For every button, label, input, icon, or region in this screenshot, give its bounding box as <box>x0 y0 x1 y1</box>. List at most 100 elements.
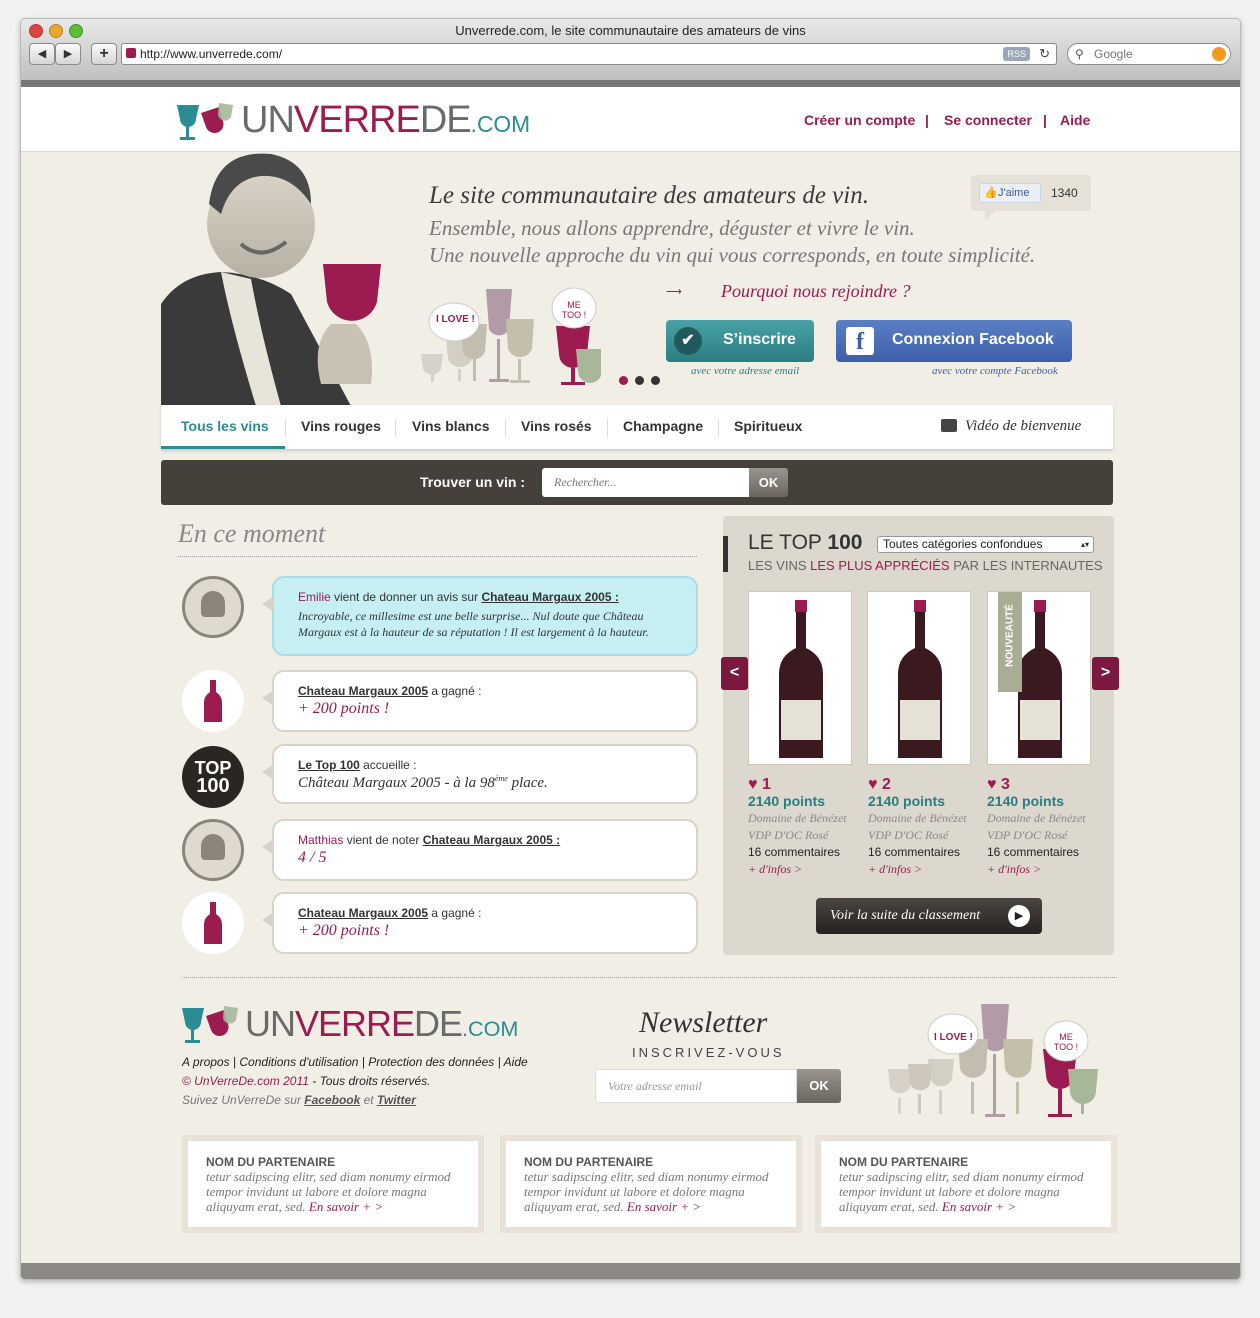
wine-points: 2140 points <box>987 793 1065 809</box>
forward-button[interactable]: ▶ <box>55 43 81 65</box>
footer-follow: Suivez UnVerreDe sur Facebook et Twitter <box>182 1093 416 1107</box>
partner-card-1[interactable]: NOM DU PARTENAIRE tetur sadipscing elitr,… <box>182 1135 484 1233</box>
partner-more-link[interactable]: En savoir + > <box>309 1199 383 1214</box>
footer-twitter-link[interactable]: Twitter <box>377 1093 416 1107</box>
partner-card-3[interactable]: NOM DU PARTENAIRE tetur sadipscing elitr,… <box>815 1135 1117 1233</box>
reload-icon[interactable]: ↻ <box>1039 44 1050 64</box>
footer-privacy-link[interactable]: Protection des données <box>368 1055 494 1069</box>
feed-wine-link[interactable]: Chateau Margaux 2005 <box>298 906 428 920</box>
signup-button[interactable]: ✔ S’inscrire <box>666 320 814 362</box>
slide-dot-1[interactable] <box>619 376 628 385</box>
facebook-subtext: avec votre compte Facebook <box>932 365 1058 377</box>
welcome-video-link[interactable]: Vidéo de bienvenue <box>965 418 1081 435</box>
user-silhouette-icon <box>201 591 225 617</box>
tab-champagne[interactable]: Champagne <box>623 418 703 434</box>
feed-wine-link[interactable]: Chateau Margaux 2005 : <box>423 833 560 847</box>
feed-top100-link[interactable]: Le Top 100 <box>298 758 360 772</box>
wine-points: 2140 points <box>748 793 826 809</box>
wine-search-ok-button[interactable]: OK <box>749 468 788 497</box>
partner-card-2[interactable]: NOM DU PARTENAIRE tetur sadipscing elitr,… <box>500 1135 802 1233</box>
logo-part-un: UN <box>241 99 295 141</box>
address-bar[interactable]: http://www.unverrede.com/ RSS ↻ <box>121 43 1057 65</box>
tab-vins-roses[interactable]: Vins rosés <box>521 418 592 434</box>
feed-wine-link[interactable]: Chateau Margaux 2005 : <box>481 590 618 604</box>
new-tab-button[interactable]: + <box>91 43 117 65</box>
feed-text: vient de noter <box>343 833 423 847</box>
footer-help-link[interactable]: Aide <box>504 1055 528 1069</box>
newsletter-ok-button[interactable]: OK <box>797 1069 841 1103</box>
find-wine-label: Trouver un vin : <box>420 474 526 490</box>
wine-comments[interactable]: 16 commentaires <box>748 844 847 861</box>
snapback-icon[interactable] <box>1212 47 1226 61</box>
partner-more-link[interactable]: En savoir + > <box>627 1199 701 1214</box>
feed-item-top100: Le Top 100 accueille : Château Margaux 2… <box>262 744 698 804</box>
wine-search-input[interactable]: Rechercher... <box>542 468 749 497</box>
wine-more-link[interactable]: + d'infos > <box>868 861 967 878</box>
see-full-ranking-button[interactable]: Voir la suite du classement ▶ <box>816 898 1042 934</box>
feed-user[interactable]: Matthias <box>298 833 343 847</box>
top100-badge[interactable]: TOP 100 <box>182 746 244 808</box>
wine-more-link[interactable]: + d'infos > <box>987 861 1086 878</box>
rss-badge[interactable]: RSS <box>1003 47 1030 61</box>
feed-wine-link[interactable]: Chateau Margaux 2005 <box>298 684 428 698</box>
slide-dot-3[interactable] <box>651 376 660 385</box>
facebook-like-box: 👍 J'aime 1340 <box>971 175 1091 221</box>
facebook-connect-button[interactable]: f Connexion Facebook <box>836 320 1072 362</box>
footer-logo-glasses-icon[interactable] <box>180 1002 242 1046</box>
tab-vins-blancs[interactable]: Vins blancs <box>412 418 490 434</box>
logo-part-com: .COM <box>470 111 531 137</box>
partner-more-link[interactable]: En savoir + > <box>942 1199 1016 1214</box>
avatar[interactable] <box>182 576 244 638</box>
footer-facebook-link[interactable]: Facebook <box>304 1093 360 1107</box>
wine-comments[interactable]: 16 commentaires <box>868 844 967 861</box>
back-button[interactable]: ◀ <box>29 43 55 65</box>
facebook-icon: f <box>846 327 874 355</box>
menu-divider <box>505 419 506 437</box>
see-full-ranking-label: Voir la suite du classement <box>830 908 981 923</box>
logo-glasses-icon[interactable] <box>175 99 237 143</box>
wine-card-1[interactable] <box>748 591 852 765</box>
url-text: http://www.unverrede.com/ <box>140 47 283 61</box>
create-account-link[interactable]: Créer un compte <box>804 112 915 128</box>
tab-vins-rouges[interactable]: Vins rouges <box>301 418 381 434</box>
carousel-prev-button[interactable]: < <box>721 657 748 690</box>
slide-dot-2[interactable] <box>635 376 644 385</box>
arrow-right-icon: ▶ <box>63 48 73 60</box>
newsletter-email-input[interactable]: Votre adresse email <box>595 1069 797 1103</box>
me-too-bubble: ME TOO ! <box>561 300 587 320</box>
why-join-arrow-icon: ⟶ <box>666 286 682 298</box>
top100-title-b: 100 <box>827 531 863 554</box>
wine-card-3[interactable]: NOUVEAUTÉ <box>987 591 1091 765</box>
wine-bottle-image <box>779 600 823 758</box>
browser-search-input[interactable]: ⚲ Google <box>1067 43 1231 65</box>
like-button[interactable]: 👍 J'aime <box>979 183 1041 203</box>
wine-rank-number: 1 <box>761 776 771 793</box>
footer-logo[interactable]: UNVERREDE.COM <box>245 1003 518 1045</box>
play-arrow-icon: ▶ <box>1008 905 1030 927</box>
carousel-next-button[interactable]: > <box>1092 657 1119 690</box>
category-select[interactable]: Toutes catégories confondues ▴▾ <box>877 536 1094 553</box>
wine-comments[interactable]: 16 commentaires <box>987 844 1086 861</box>
wine-appellation: VDP D'OC Rosé <box>868 828 949 842</box>
bottom-bar <box>21 1263 1240 1279</box>
avatar[interactable] <box>182 819 244 881</box>
logo[interactable]: UNVERREDE.COM <box>241 99 530 142</box>
video-camera-icon <box>941 419 957 432</box>
find-wine-bar: Trouver un vin : Rechercher... OK <box>161 460 1113 505</box>
feed-detail: Château Margaux 2005 - à la 98 <box>298 775 495 791</box>
wine-card-2[interactable] <box>867 591 971 765</box>
why-join-link[interactable]: Pourquoi nous rejoindre ? <box>721 281 911 302</box>
tab-spiritueux[interactable]: Spiritueux <box>734 418 802 434</box>
new-ribbon-label: NOUVEAUTÉ <box>1004 604 1016 667</box>
like-count: 1340 <box>1051 186 1078 200</box>
footer-terms-link[interactable]: Conditions d'utilisation <box>239 1055 358 1069</box>
wine-rank-3: ♥ 3 2140 points Domaine de Bénézet VDP D… <box>987 776 1086 878</box>
tab-tous-les-vins[interactable]: Tous les vins <box>181 418 269 434</box>
footer-about-link[interactable]: A propos <box>182 1055 230 1069</box>
feed-user[interactable]: Emilie <box>298 590 331 604</box>
wine-more-link[interactable]: + d'infos > <box>748 861 847 878</box>
signup-subtext: avec votre adresse email <box>691 365 800 377</box>
wine-domain: Domaine de Bénézet <box>748 811 847 825</box>
help-link[interactable]: Aide <box>1060 112 1090 128</box>
login-link[interactable]: Se connecter <box>944 112 1032 128</box>
